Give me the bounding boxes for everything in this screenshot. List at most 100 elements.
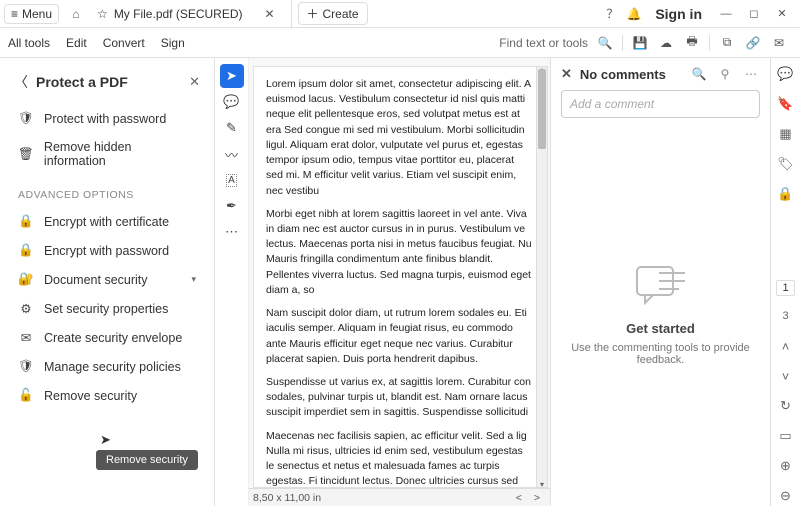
next-page-button[interactable]: >	[528, 492, 546, 504]
advanced-section-label: ADVANCED OPTIONS	[0, 175, 214, 207]
scroll-up-rail[interactable]: ˄	[776, 336, 796, 356]
email-button[interactable]: ✉	[766, 32, 792, 54]
advanced-item-0[interactable]: 🔒Encrypt with certificate	[0, 207, 214, 236]
document-page: Lorem ipsum dolor sit amet, consectetur …	[253, 66, 546, 488]
hamburger-icon: ≡	[11, 7, 18, 21]
maximize-button[interactable]: ◻	[740, 3, 768, 25]
text-tool[interactable]: A	[220, 168, 244, 192]
print-button[interactable]: 🖶	[679, 32, 705, 54]
search-comments-button[interactable]: 🔍	[690, 67, 708, 81]
advanced-item-3[interactable]: ⚙Set security properties	[0, 294, 214, 323]
tab-title: My File.pdf (SECURED)	[114, 7, 243, 21]
paragraph: Nam suscipit dolor diam, ut rutrum lorem…	[266, 306, 533, 367]
back-button[interactable]: 〈	[14, 72, 32, 92]
rotate-icon: ↻	[780, 398, 791, 414]
cloud-icon: ☁	[660, 36, 672, 50]
home-button[interactable]: ⌂	[65, 3, 87, 25]
scroll-down-button[interactable]: ▾	[537, 480, 547, 488]
more-tools[interactable]: ⋯	[220, 220, 244, 244]
prev-page-button[interactable]: <	[510, 492, 528, 504]
find-label: Find text or tools	[499, 36, 588, 50]
page-layout-button[interactable]: ▭	[776, 426, 796, 446]
vertical-scrollbar[interactable]: ▴ ▾	[536, 66, 548, 488]
item-label: Protect with password	[44, 112, 166, 126]
scroll-down-rail[interactable]: ˅	[776, 366, 796, 386]
bookmark-icon: 🔖	[777, 96, 793, 112]
edit-link[interactable]: Edit	[66, 36, 87, 50]
current-page-indicator[interactable]: 1	[776, 280, 794, 296]
create-button[interactable]: ＋ Create	[298, 2, 368, 25]
all-tools-link[interactable]: All tools	[8, 36, 50, 50]
comments-rail-button[interactable]: 💬	[776, 64, 796, 84]
minimize-icon: —	[721, 8, 732, 20]
filter-icon: ⚲	[721, 67, 730, 81]
select-tool[interactable]: ➤	[220, 64, 244, 88]
attach-icon: 🏷	[777, 156, 794, 172]
rotate-rail-button[interactable]: ↻	[776, 396, 796, 416]
close-icon: ✕	[777, 7, 786, 20]
signature-icon: ✒	[226, 198, 237, 214]
cloud-button[interactable]: ☁	[653, 32, 679, 54]
convert-link[interactable]: Convert	[103, 36, 145, 50]
search-icon: 🔍	[598, 36, 613, 50]
item-label: Remove hidden information	[44, 140, 196, 168]
advanced-item-5[interactable]: 🛡Manage security policies	[0, 352, 214, 381]
close-tab-button[interactable]: ✕	[259, 3, 281, 25]
close-panel-button[interactable]: ✕	[189, 74, 200, 90]
add-comment-input[interactable]: Add a comment	[561, 90, 760, 118]
highlight-tool[interactable]: ✎	[220, 116, 244, 140]
chevron-down-icon: ˅	[782, 369, 790, 384]
close-window-button[interactable]: ✕	[768, 3, 796, 25]
menu-button[interactable]: ≡ Menu	[4, 4, 59, 24]
comment-empty-icon	[631, 259, 691, 309]
plus-icon: ＋	[307, 5, 319, 22]
help-button[interactable]: ？	[601, 3, 623, 25]
close-icon: ✕	[189, 74, 200, 89]
advanced-item-2[interactable]: 🔐Document security▾	[0, 265, 214, 294]
sign-link[interactable]: Sign	[161, 36, 185, 50]
item-icon: 🗑	[18, 147, 34, 162]
separator	[709, 35, 710, 51]
print-icon: 🖶	[686, 32, 697, 53]
notifications-button[interactable]: 🔔	[623, 3, 645, 25]
zoom-in-icon: ⊕	[780, 458, 791, 474]
minimize-button[interactable]: —	[712, 3, 740, 25]
security-rail-button[interactable]: 🔒	[776, 184, 796, 204]
close-icon: ✕	[264, 7, 274, 21]
item-label: Set security properties	[44, 302, 168, 316]
separator	[622, 35, 623, 51]
thumbnails-rail-button[interactable]: ▦	[776, 124, 796, 144]
share-button[interactable]: ⧉	[714, 32, 740, 54]
scroll-thumb[interactable]	[538, 69, 546, 149]
zoom-out-button[interactable]: ⊖	[776, 486, 796, 506]
document-tab[interactable]: ☆ My File.pdf (SECURED) ✕	[87, 0, 291, 29]
item-icon: 🔐	[18, 272, 34, 287]
comment-tool[interactable]: 💬	[220, 90, 244, 114]
paragraph: Suspendisse ut varius ex, at sagittis lo…	[266, 375, 533, 421]
lock-icon: 🔒	[777, 186, 793, 202]
more-icon: ⋯	[225, 224, 238, 240]
filter-comments-button[interactable]: ⚲	[716, 67, 734, 81]
advanced-item-1[interactable]: 🔒Encrypt with password	[0, 236, 214, 265]
draw-tool[interactable]: 〰	[220, 142, 244, 166]
protect-item-0[interactable]: 🛡Protect with password	[0, 104, 214, 133]
search-button[interactable]: 🔍	[592, 32, 618, 54]
close-comments-button[interactable]: ✕	[561, 66, 572, 82]
bookmarks-rail-button[interactable]: 🔖	[776, 94, 796, 114]
signature-tool[interactable]: ✒	[220, 194, 244, 218]
advanced-item-6[interactable]: 🔓Remove security	[0, 381, 214, 410]
empty-state: Get started Use the commenting tools to …	[561, 126, 760, 498]
comment-icon: 💬	[777, 66, 793, 82]
comments-options-button[interactable]: ⋯	[742, 67, 760, 81]
link-button[interactable]: 🔗	[740, 32, 766, 54]
star-icon: ☆	[97, 7, 108, 21]
protect-item-1[interactable]: 🗑 Remove hidden information	[0, 133, 214, 175]
sign-in-button[interactable]: Sign in	[655, 6, 702, 22]
zoom-in-button[interactable]: ⊕	[776, 456, 796, 476]
item-label: Create security envelope	[44, 331, 182, 345]
text-icon: A	[226, 174, 237, 187]
attachments-rail-button[interactable]: 🏷	[776, 154, 796, 174]
save-button[interactable]: 💾	[627, 32, 653, 54]
advanced-item-4[interactable]: ✉Create security envelope	[0, 323, 214, 352]
item-label: Remove security	[44, 389, 137, 403]
